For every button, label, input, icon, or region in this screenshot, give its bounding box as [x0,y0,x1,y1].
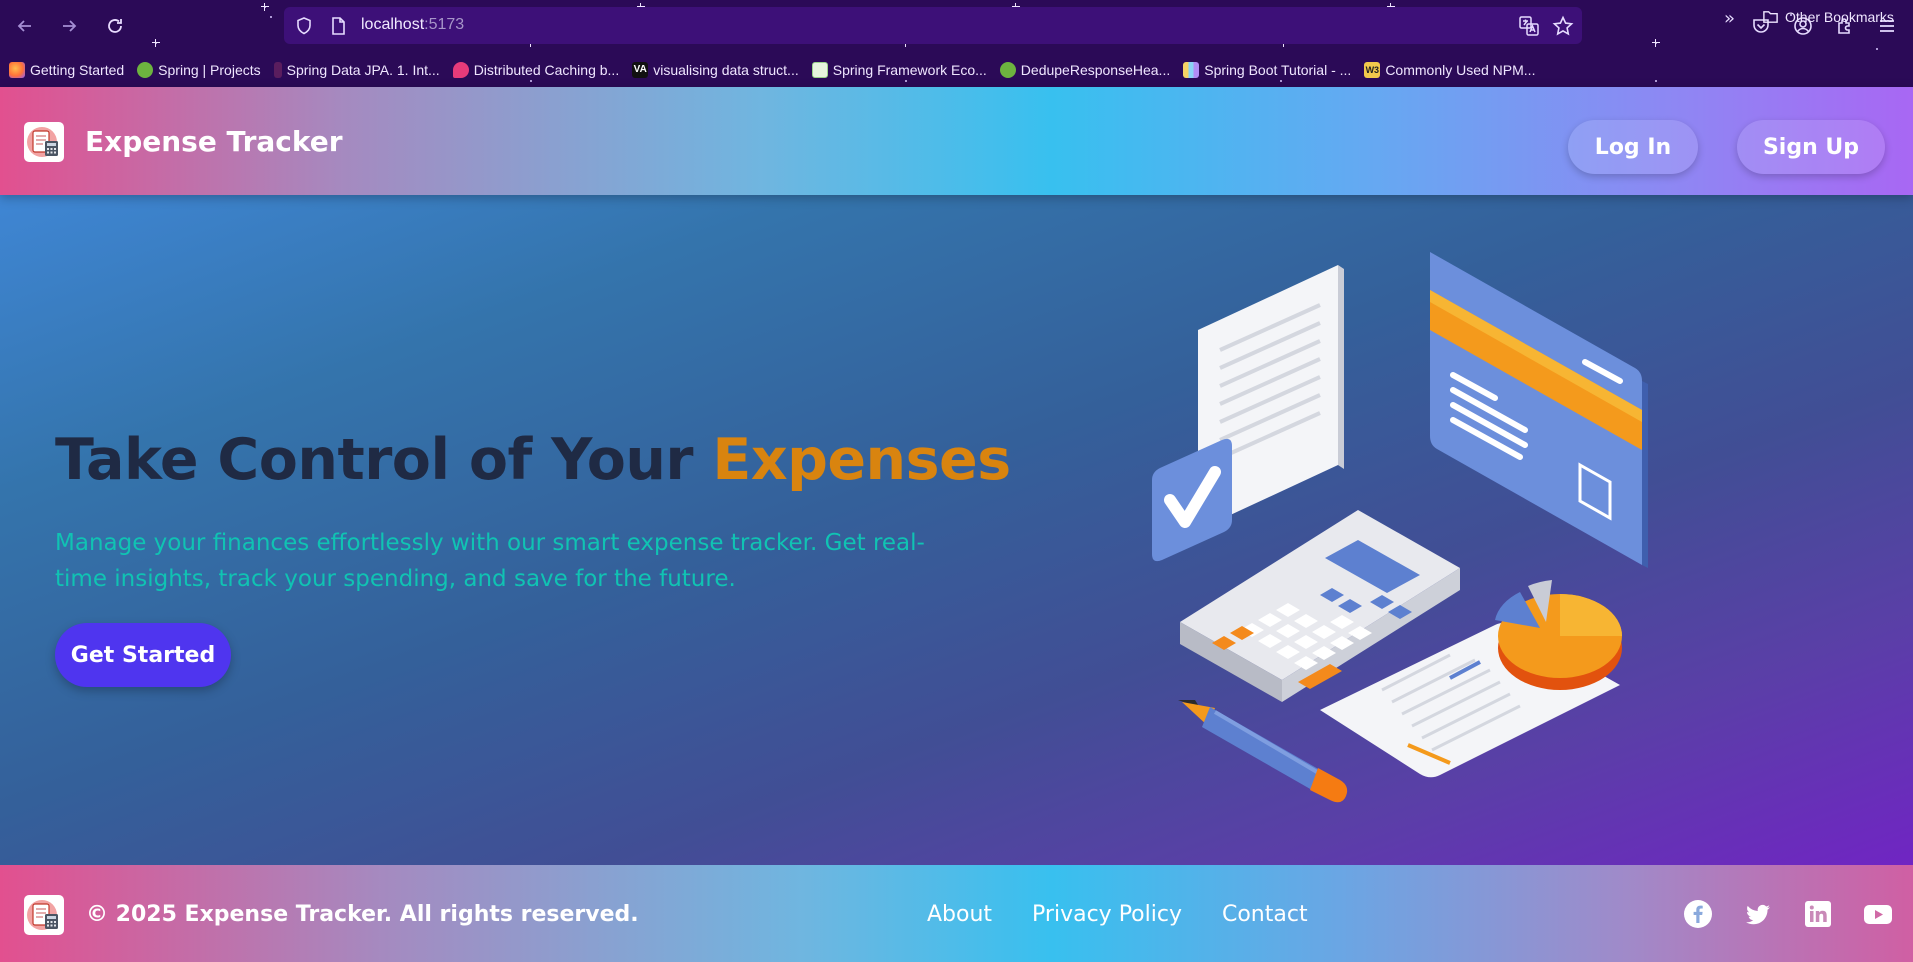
hero-title-accent: Expenses [712,427,1011,493]
bookmark-label: Spring Framework Eco... [832,61,987,78]
caching-icon [452,61,469,78]
social-links [1683,899,1893,929]
bookmark-label: Distributed Caching b... [473,61,620,78]
bookmark-item[interactable]: Getting Started [9,61,125,78]
folder-icon [1763,11,1778,23]
browser-chrome: localhost:5173 Getting Started Spring | … [0,0,1913,87]
page-icon [332,17,345,35]
expense-logo-icon [27,900,58,930]
bookmark-item[interactable]: VA visualising data struct... [632,61,799,78]
expense-logo-icon [27,127,58,157]
other-bookmarks-label: Other Bookmarks [1785,8,1894,25]
bookmark-item[interactable]: Spring Boot Tutorial - ... [1183,61,1352,78]
bookmark-label: Spring Data JPA. 1. Int... [286,61,440,78]
app-footer: © 2025 Expense Tracker. All rights reser… [0,865,1913,962]
url-host: localhost [361,16,425,33]
facebook-icon[interactable] [1683,899,1713,929]
youtube-icon[interactable] [1863,899,1893,929]
footer-link-privacy[interactable]: Privacy Policy [1032,902,1182,927]
login-button[interactable]: Log In [1568,120,1698,174]
forward-button[interactable] [55,12,83,40]
bookmark-label: Commonly Used NPM... [1385,61,1536,78]
copyright-text: © 2025 Expense Tracker. All rights reser… [86,902,639,927]
hero-title: Take Control of Your Expenses [55,427,1011,493]
visualgo-icon: VA [632,61,649,78]
bookmark-label: Getting Started [30,61,125,78]
bookmark-item[interactable]: Distributed Caching b... [452,61,620,78]
bookmark-label: DedupeResponseHea... [1020,61,1171,78]
spring-icon [999,61,1016,78]
footer-link-about[interactable]: About [927,902,992,927]
chevron-double-right-icon[interactable]: » [1724,8,1735,29]
bookmark-item[interactable]: Spring Framework Eco... [811,61,987,78]
bookmark-label: visualising data struct... [653,61,799,78]
footer-logo [24,895,64,935]
tree-icon [811,61,828,78]
app-logo[interactable] [24,122,64,162]
reload-button[interactable] [101,12,129,40]
firefox-icon [9,61,25,78]
jpa-icon [273,61,282,78]
app-header: Expense Tracker Log In Sign Up [0,87,1913,195]
linkedin-icon[interactable] [1803,899,1833,929]
hero-title-main: Take Control of Your [55,427,713,493]
pencil-illustration [1178,700,1348,803]
url-port: :5173 [424,16,465,33]
get-started-button[interactable]: Get Started [55,623,231,687]
footer-links: About Privacy Policy Contact [927,902,1308,927]
footer-link-contact[interactable]: Contact [1222,902,1308,927]
spring-icon [137,61,154,78]
bookmark-label: Spring | Projects [158,61,261,78]
brand-name[interactable]: Expense Tracker [85,125,343,158]
pie-chart-illustration [1495,580,1622,690]
url-bar[interactable]: localhost:5173 [284,7,1582,44]
checkmark-badge-illustration [1152,438,1232,562]
bookmark-item[interactable]: Spring Data JPA. 1. Int... [273,61,440,78]
bookmark-star-icon[interactable] [1552,15,1574,37]
w3-icon: W3 [1364,61,1381,78]
bookmark-item[interactable]: Spring | Projects [137,61,261,78]
other-bookmarks[interactable]: Other Bookmarks [1762,8,1894,25]
shield-icon[interactable] [294,16,314,36]
signup-button[interactable]: Sign Up [1737,120,1885,174]
back-button[interactable] [11,12,39,40]
finance-illustration [1152,252,1648,803]
credit-card-illustration [1430,252,1648,568]
hero-section: Take Control of Your Expenses Manage you… [0,195,1913,865]
hero-subtitle: Manage your finances effortlessly with o… [55,530,925,592]
translate-icon[interactable] [1518,15,1540,37]
chart-icon [1183,61,1200,78]
bookmarks-bar: Getting Started Spring | Projects Spring… [0,52,1913,87]
bookmark-item[interactable]: DedupeResponseHea... [999,61,1171,78]
bookmark-label: Spring Boot Tutorial - ... [1204,61,1352,78]
bookmark-item[interactable]: W3 Commonly Used NPM... [1364,61,1536,78]
twitter-icon[interactable] [1743,899,1773,929]
url-text[interactable]: localhost:5173 [361,16,464,34]
